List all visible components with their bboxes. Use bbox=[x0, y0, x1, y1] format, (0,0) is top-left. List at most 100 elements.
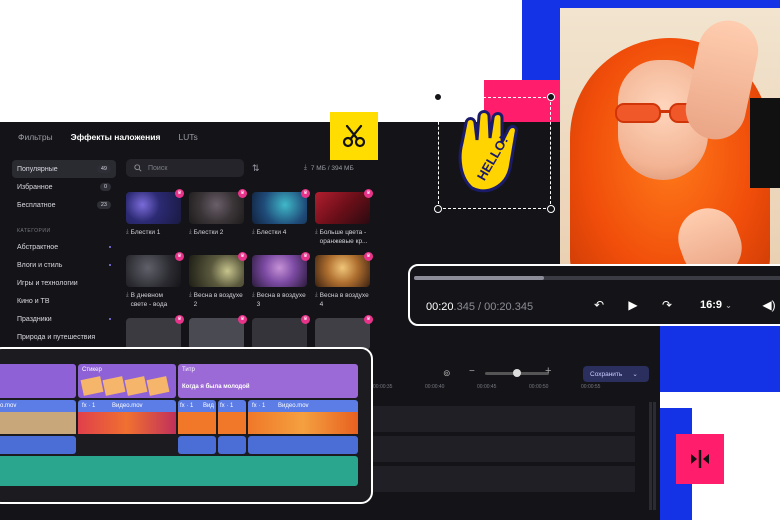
split-badge bbox=[676, 434, 724, 484]
sidebar-category[interactable]: Игры и технологии bbox=[12, 274, 116, 292]
sidebar-item-label: Избранное bbox=[17, 183, 53, 191]
effect-thumbnail: ♛ bbox=[252, 252, 310, 287]
category-label: Влоги и стиль bbox=[17, 261, 63, 269]
resize-handle[interactable] bbox=[547, 205, 555, 213]
scissors-badge bbox=[330, 112, 378, 160]
tab-overlays[interactable]: Эффекты наложения bbox=[71, 132, 161, 142]
clip-thumbnail bbox=[218, 412, 246, 434]
aspect-ratio-select[interactable]: 16:9 ⌄ bbox=[700, 299, 732, 311]
new-dot-icon bbox=[109, 246, 111, 248]
crown-icon: ♛ bbox=[301, 252, 310, 261]
audio-clip[interactable] bbox=[218, 436, 246, 454]
title-clip[interactable]: Титр Когда я была молодой bbox=[178, 364, 358, 398]
download-icon: ⤓ bbox=[126, 292, 129, 298]
effect-card[interactable]: ♛ ⤓ В дневном свете - вода bbox=[126, 252, 184, 318]
playback-progress[interactable] bbox=[414, 276, 780, 280]
effect-card[interactable]: ♛ ⤓ Больше цвета - оранжевые кр... bbox=[315, 189, 373, 255]
clip-thumbnail bbox=[248, 412, 358, 434]
video-clip[interactable]: fx · 1 Вид bbox=[178, 400, 216, 434]
crown-icon: ♛ bbox=[238, 189, 247, 198]
effect-card[interactable]: ♛ ⤓ Весна в воздухе 2 bbox=[189, 252, 247, 318]
audio-clip[interactable] bbox=[178, 436, 216, 454]
aspect-ratio-value: 16:9 bbox=[700, 299, 723, 311]
effect-card[interactable]: ♛ ⤓ Блестки 4 bbox=[252, 189, 310, 255]
search-input[interactable]: Поиск bbox=[126, 159, 244, 177]
sticker-clip-left[interactable] bbox=[0, 364, 76, 398]
music-clip[interactable] bbox=[0, 456, 358, 486]
effect-card[interactable]: ♛ ⤓ Весна в воздухе 4 bbox=[315, 252, 373, 318]
sort-icon[interactable]: ⇅ bbox=[252, 163, 262, 173]
sticker-clip[interactable]: Стикер bbox=[78, 364, 176, 398]
effect-name: Весна в воздухе 3 bbox=[256, 292, 306, 308]
effect-name: Блестки 1 bbox=[130, 229, 161, 236]
resize-handle[interactable] bbox=[434, 205, 442, 213]
timeline-right: ⊚ − + Сохранить ⌄ 00:00:35 00:00:40 00:00… bbox=[373, 362, 660, 520]
tab-luts[interactable]: LUTs bbox=[178, 132, 197, 142]
sidebar-item-label: Популярные bbox=[17, 165, 58, 173]
sidebar-item-favorites[interactable]: Избранное 0 bbox=[12, 178, 116, 196]
effect-name: Блестки 4 bbox=[256, 229, 287, 236]
save-button[interactable]: Сохранить ⌄ bbox=[583, 366, 649, 382]
zoom-slider-handle[interactable] bbox=[513, 369, 521, 377]
timeline-ruler: 00:00:35 00:00:40 00:00:45 00:00:50 00:0… bbox=[373, 384, 633, 394]
sidebar-item-free[interactable]: Бесплатное 23 bbox=[12, 196, 116, 214]
sidebar-category[interactable]: Абстрактное bbox=[12, 238, 116, 256]
snap-icon[interactable]: ⊚ bbox=[443, 368, 451, 379]
effect-card[interactable]: ♛ ⤓ Блестки 2 bbox=[189, 189, 247, 255]
crown-icon: ♛ bbox=[301, 189, 310, 198]
volume-icon[interactable]: ◀) bbox=[760, 296, 778, 314]
empty-track bbox=[373, 406, 635, 432]
sticker-track-label: Стикер bbox=[82, 367, 102, 373]
zoom-slider[interactable] bbox=[485, 369, 549, 377]
video-clip[interactable]: fx · 1 Видео.mov bbox=[78, 400, 176, 434]
category-label: Праздники bbox=[17, 315, 52, 323]
download-icon: ⤓ bbox=[189, 229, 192, 235]
video-clip[interactable]: o.mov bbox=[0, 400, 76, 434]
effect-card[interactable]: ♛ ⤓ Блестки 1 bbox=[126, 189, 184, 255]
sidebar-item-popular[interactable]: Популярные 49 bbox=[12, 160, 116, 178]
new-dot-icon bbox=[109, 318, 111, 320]
search-placeholder: Поиск bbox=[148, 164, 168, 172]
zoom-in-icon[interactable]: + bbox=[545, 365, 551, 377]
effect-thumbnail: ♛ bbox=[315, 315, 373, 350]
ruler-tick: 00:00:45 bbox=[477, 384, 497, 390]
video-clip[interactable]: fx · 1 Видео.mov bbox=[248, 400, 358, 434]
crown-icon: ♛ bbox=[238, 315, 247, 324]
sidebar-category[interactable]: Влоги и стиль bbox=[12, 256, 116, 274]
video-clip[interactable]: fx · 1 bbox=[218, 400, 246, 434]
resize-handle[interactable] bbox=[434, 93, 442, 101]
categories-heading: КАТЕГОРИИ bbox=[17, 228, 51, 234]
new-dot-icon bbox=[109, 264, 111, 266]
effect-name: В дневном свете - вода bbox=[130, 292, 168, 308]
sidebar-item-label: Бесплатное bbox=[17, 201, 56, 209]
effect-card[interactable]: ♛ ⤓ Весна в воздухе 3 bbox=[252, 252, 310, 318]
clip-thumbnail bbox=[178, 412, 216, 434]
sidebar-category[interactable]: Природа и путешествия bbox=[12, 328, 116, 346]
timecode-current: 00:20 bbox=[426, 301, 454, 313]
save-button-label: Сохранить bbox=[590, 370, 623, 378]
crown-icon: ♛ bbox=[301, 315, 310, 324]
forward-icon[interactable]: ↷ bbox=[658, 296, 676, 314]
clip-fx: fx · 1 bbox=[252, 403, 266, 409]
selection-box[interactable] bbox=[438, 97, 551, 209]
rewind-icon[interactable]: ↶ bbox=[590, 296, 608, 314]
tab-filters[interactable]: Фильтры bbox=[18, 132, 53, 142]
download-icon: ⤓ bbox=[252, 229, 255, 235]
resize-handle[interactable] bbox=[547, 93, 555, 101]
category-label: Кино и ТВ bbox=[17, 297, 50, 305]
sidebar-category[interactable]: Праздники bbox=[12, 310, 116, 328]
zoom-out-icon[interactable]: − bbox=[469, 366, 475, 377]
crown-icon: ♛ bbox=[238, 252, 247, 261]
timecode: 00:20.345 / 00:20.345 bbox=[426, 301, 533, 313]
crown-icon: ♛ bbox=[364, 252, 373, 261]
play-icon[interactable]: ▶ bbox=[624, 296, 642, 314]
category-label: Абстрактное bbox=[17, 243, 59, 251]
audio-clip[interactable] bbox=[0, 436, 76, 454]
effect-thumbnail: ♛ bbox=[252, 315, 310, 350]
audio-clip[interactable] bbox=[248, 436, 358, 454]
download-icon: ⤓ bbox=[252, 292, 255, 298]
download-icon: ⤓ bbox=[315, 292, 318, 298]
chevron-down-icon: ⌄ bbox=[725, 301, 732, 310]
sticker-thumb bbox=[102, 376, 126, 396]
sidebar-category[interactable]: Кино и ТВ bbox=[12, 292, 116, 310]
